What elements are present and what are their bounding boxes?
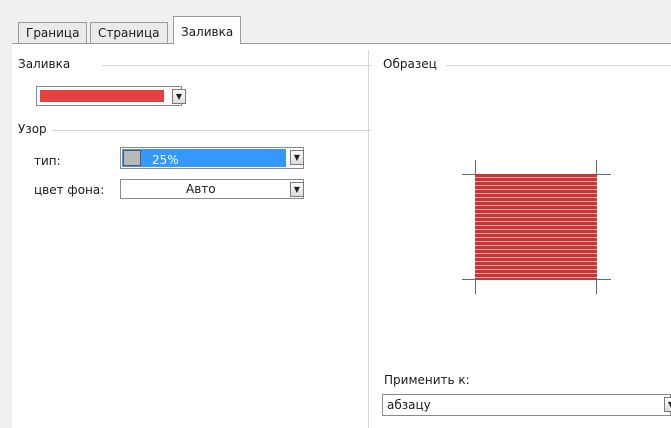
apply-to-select[interactable]: абзацу [382,394,671,416]
tab-strip-divider [12,43,671,44]
crop-mark-bottom-right-v [596,280,597,294]
fill-color-swatch [40,90,164,102]
chevron-down-icon: ▼ [293,153,301,162]
chevron-down-icon: ▼ [175,92,183,101]
fill-group-label: Заливка [18,57,75,71]
pattern-bgcolor-label: цвет фона: [34,183,105,197]
tab-border-label: Граница [26,26,80,40]
crop-mark-top-left-v [475,160,476,174]
chevron-down-icon: ▼ [293,185,301,194]
tab-fill[interactable]: Заливка [173,16,242,44]
pattern-type-dropdown-button[interactable]: ▼ [290,150,304,165]
sample-group-rule [446,65,671,66]
crop-mark-top-right-h [597,174,611,175]
pattern-bgcolor-select[interactable]: Авто [120,179,304,199]
pattern-group-label: Узор [18,122,51,136]
dialog-frame-left [0,0,12,428]
pattern-type-selection: 25% [122,149,286,167]
fill-color-dropdown-button[interactable]: ▼ [172,89,186,104]
apply-to-value: абзацу [387,398,431,412]
pattern-bgcolor-value: Авто [186,182,216,196]
fill-color-picker[interactable] [36,86,182,106]
crop-mark-bottom-left-v [475,280,476,294]
pattern-bgcolor-dropdown-button[interactable]: ▼ [290,182,304,197]
pattern-type-label: тип: [34,154,61,168]
apply-to-label: Применить к: [384,373,470,387]
pattern-type-value: 25% [152,153,179,167]
tab-border[interactable]: Граница [18,22,88,43]
crop-mark-bottom-left-h [462,279,476,280]
apply-to-dropdown-button[interactable]: ▼ [664,397,671,412]
sample-preview [475,174,597,280]
sample-group-label: Образец [383,57,441,71]
dialog-frame-top [0,0,671,16]
tab-page-label: Страница [98,26,160,40]
crop-mark-top-left-h [462,174,476,175]
pattern-type-select[interactable]: 25% [120,147,304,169]
pattern-group-rule [52,130,372,131]
tab-fill-label: Заливка [181,25,234,39]
crop-mark-top-right-v [596,160,597,174]
pattern-preview-swatch [123,150,141,166]
fill-group-rule [102,65,372,66]
crop-mark-bottom-right-h [597,279,611,280]
tab-page[interactable]: Страница [90,22,168,43]
section-separator [368,50,369,428]
